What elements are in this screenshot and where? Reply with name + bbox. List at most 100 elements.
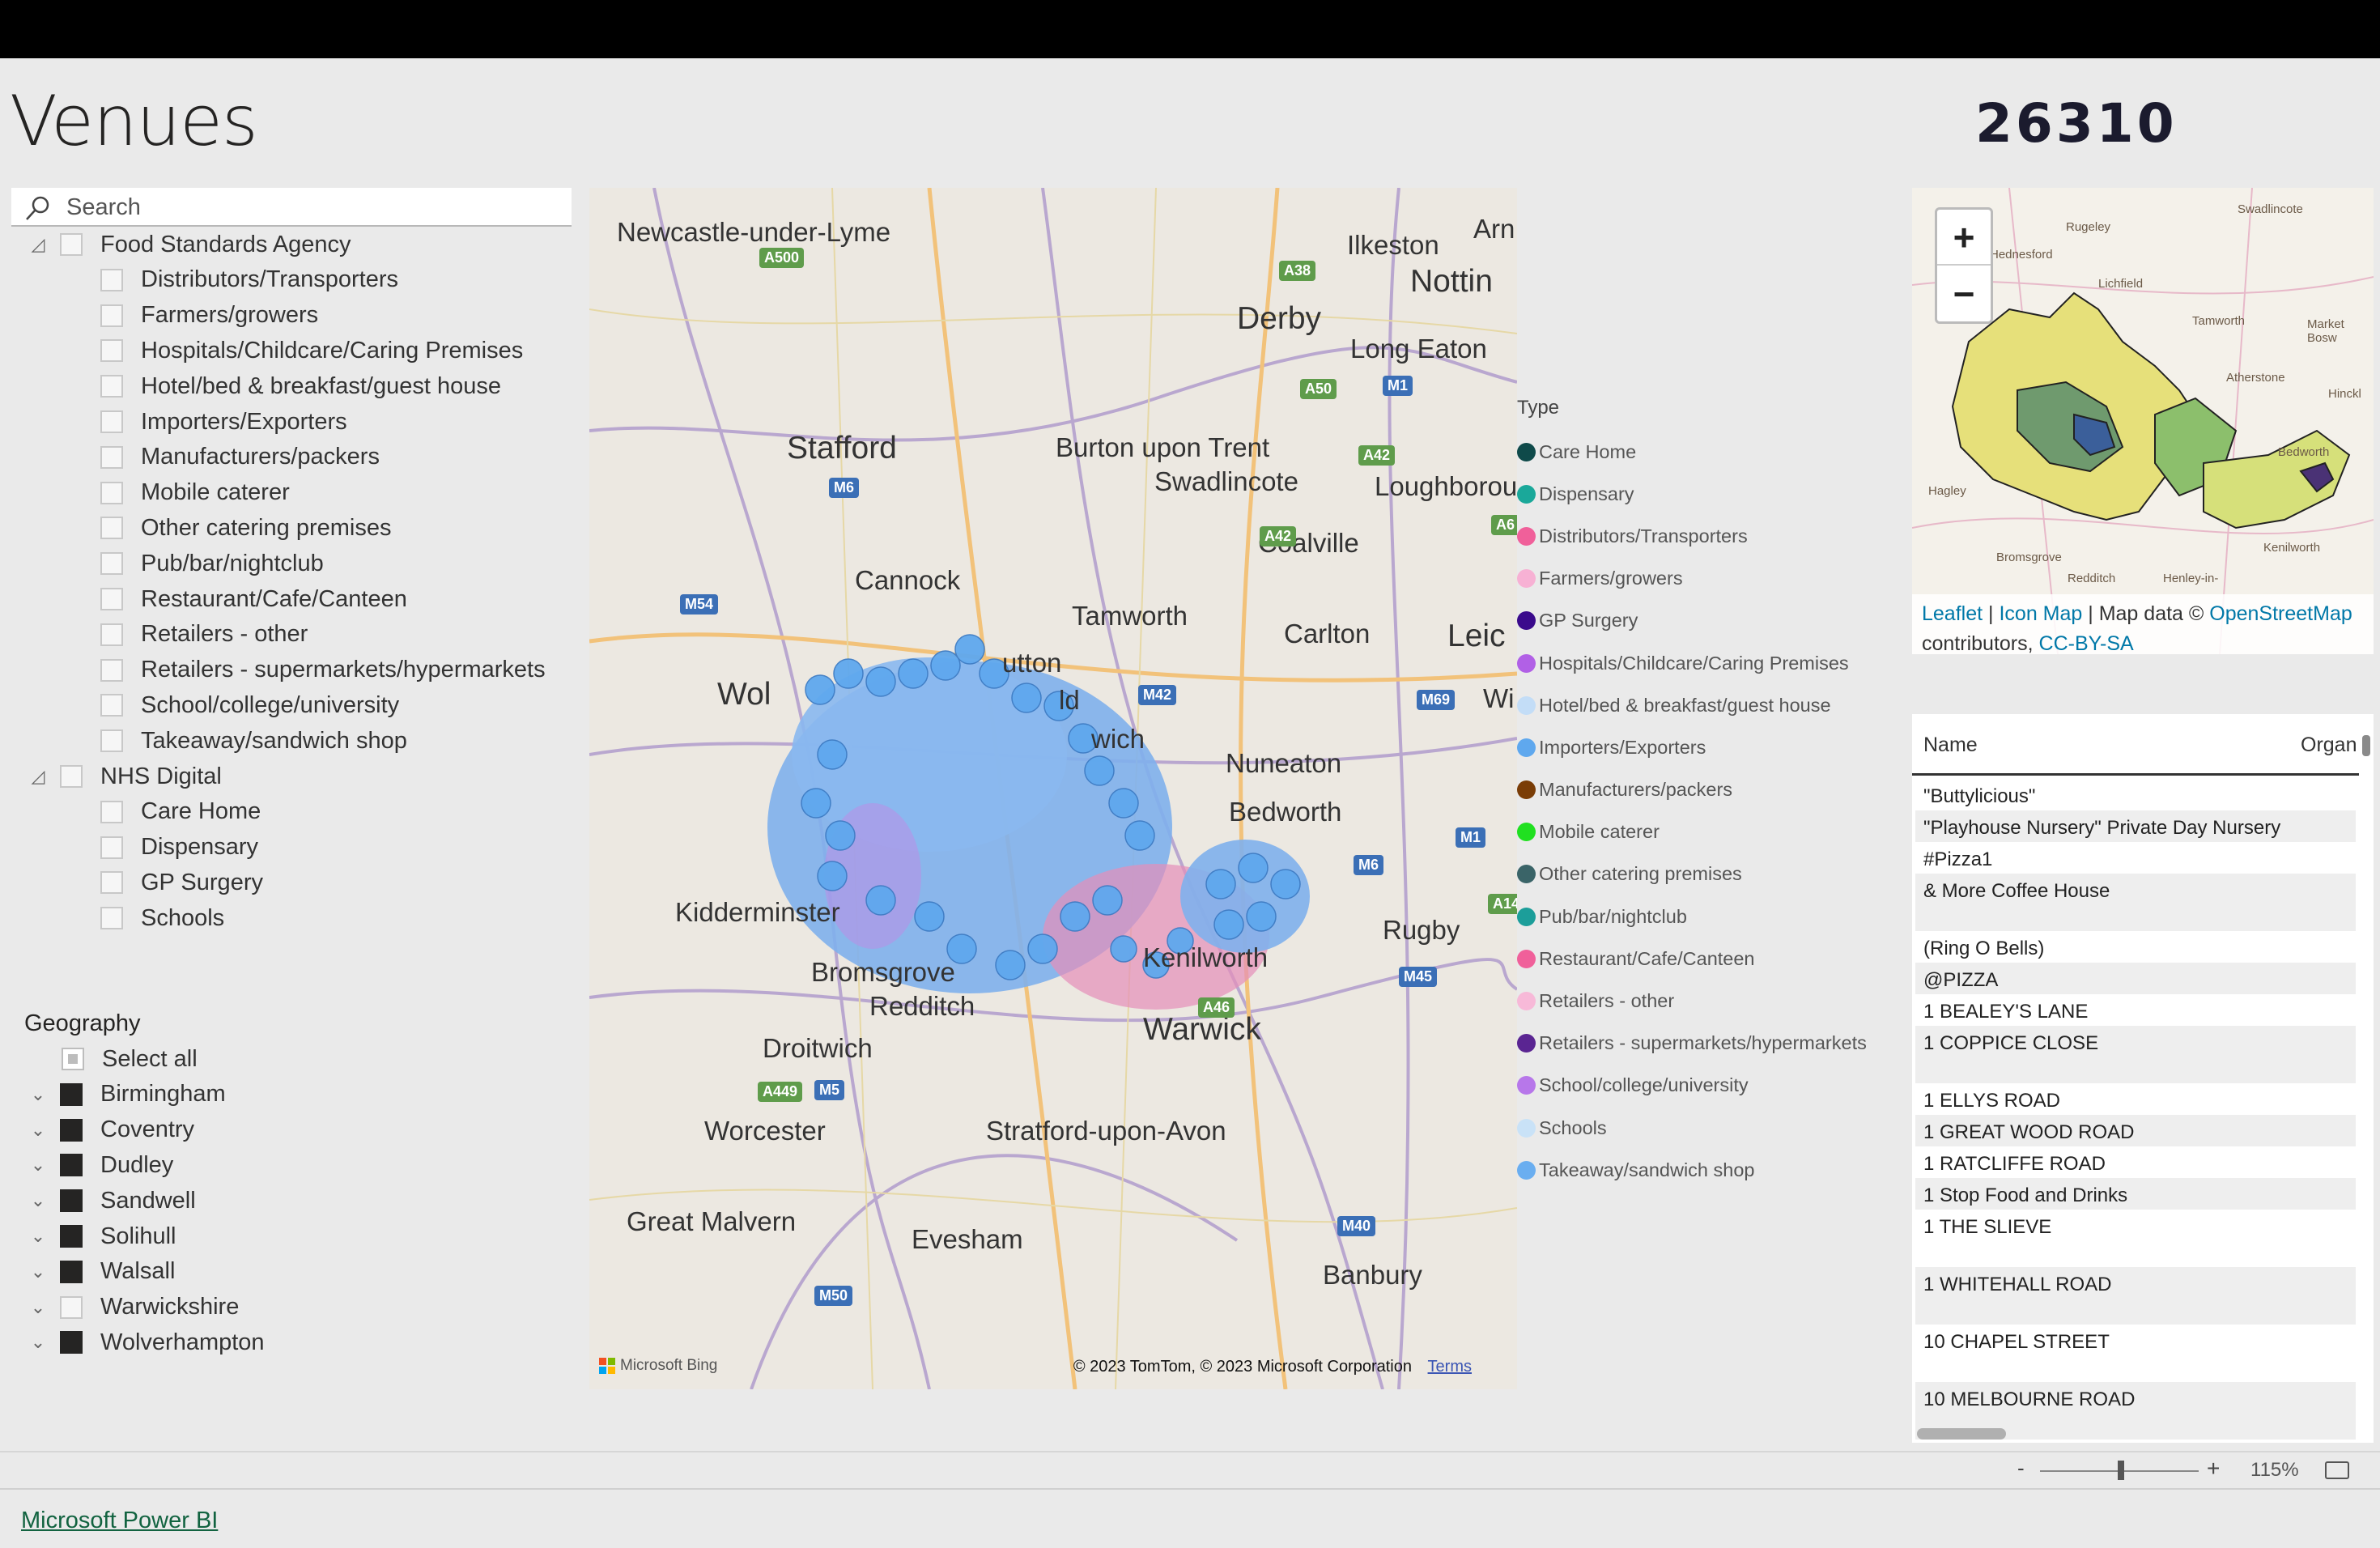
table-row[interactable]: 10 CHAPEL STREET (1915, 1325, 2356, 1382)
column-header-name[interactable]: Name (1923, 734, 1978, 757)
zoom-out-button[interactable]: − (1937, 266, 1991, 321)
checkbox[interactable] (100, 729, 123, 753)
checkbox[interactable] (60, 1260, 83, 1283)
table-row[interactable]: 1 BEALEY'S LANE (1915, 994, 2356, 1026)
geography-item[interactable]: ⌄ Birmingham (26, 1078, 226, 1111)
slicer-item[interactable]: Care Home (100, 796, 261, 828)
column-header-organisation[interactable]: Organ (2301, 734, 2357, 757)
slicer-item[interactable]: Takeaway/sandwich shop (100, 725, 407, 757)
legend-item[interactable]: School/college/university (1517, 1065, 1889, 1107)
table-row[interactable]: 1 WHITEHALL ROAD (1915, 1267, 2356, 1325)
chevron-down-icon[interactable]: ⌄ (26, 1260, 50, 1284)
icon-map-visual[interactable]: Swadlincote Rugeley Hednesford Lichfield Tam… (1912, 188, 2374, 654)
legend-item[interactable]: GP Surgery (1517, 600, 1889, 642)
checkbox[interactable] (100, 481, 123, 504)
chevron-down-icon[interactable]: ⌄ (26, 1224, 50, 1248)
chevron-down-icon[interactable]: ⌄ (26, 1295, 50, 1320)
zoom-out-control[interactable]: - (2017, 1456, 2025, 1481)
legend-item[interactable]: Retailers - other (1517, 980, 1889, 1022)
collapse-triangle-icon[interactable]: ◿ (26, 764, 50, 789)
table-row[interactable]: 1 ELLYS ROAD (1915, 1083, 2356, 1115)
map-terms-link[interactable]: Terms (1428, 1358, 1472, 1376)
zoom-in-button[interactable]: + (1937, 210, 1991, 266)
geography-item[interactable]: ⌄ Sandwell (26, 1184, 196, 1217)
openstreetmap-link[interactable]: OpenStreetMap (2209, 602, 2352, 625)
checkbox[interactable] (60, 1118, 83, 1142)
legend-item[interactable]: Farmers/growers (1517, 558, 1889, 600)
table-row[interactable]: "Playhouse Nursery" Private Day Nursery (1915, 810, 2356, 842)
table-row[interactable]: & More Coffee House (1915, 874, 2356, 931)
table-row[interactable]: @PIZZA (1915, 963, 2356, 994)
checkbox[interactable] (60, 1082, 83, 1106)
checkbox[interactable] (100, 588, 123, 610)
checkbox[interactable] (100, 517, 123, 540)
table-row[interactable]: (Ring O Bells) (1915, 931, 2356, 963)
checkbox[interactable] (100, 836, 123, 859)
leaflet-link[interactable]: Leaflet (1922, 602, 1983, 625)
checkbox[interactable] (100, 268, 123, 291)
slicer-item[interactable]: Mobile caterer (100, 477, 290, 509)
legend-item[interactable]: Pub/bar/nightclub (1517, 895, 1889, 938)
checkbox[interactable] (100, 694, 123, 717)
geography-item[interactable]: ⌄ Wolverhampton (26, 1326, 265, 1359)
slicer-item[interactable]: Other catering premises (100, 512, 391, 544)
fit-to-page-icon[interactable] (2325, 1461, 2349, 1479)
power-bi-link[interactable]: Microsoft Power BI (21, 1508, 218, 1534)
checkbox[interactable] (100, 339, 123, 363)
checkbox[interactable] (100, 410, 123, 433)
slicer-item[interactable]: School/college/university (100, 689, 399, 721)
table-row[interactable]: 1 THE SLIEVE (1915, 1210, 2356, 1267)
chevron-down-icon[interactable]: ⌄ (26, 1153, 50, 1177)
collapse-triangle-icon[interactable]: ◿ (26, 232, 50, 257)
checkbox[interactable] (60, 1295, 83, 1319)
legend-item[interactable]: Restaurant/Cafe/Canteen (1517, 938, 1889, 980)
legend-item[interactable]: Importers/Exporters (1517, 726, 1889, 768)
slicer-item[interactable]: Importers/Exporters (100, 406, 347, 438)
checkbox[interactable] (100, 800, 123, 823)
legend-item[interactable]: Takeaway/sandwich shop (1517, 1149, 1889, 1191)
zoom-slider-thumb[interactable] (2118, 1461, 2124, 1480)
slicer-item[interactable]: GP Surgery (100, 866, 263, 899)
chevron-down-icon[interactable]: ⌄ (26, 1189, 50, 1213)
select-all-checkbox[interactable] (62, 1048, 84, 1070)
select-all-item[interactable]: Select all (62, 1043, 198, 1075)
region-polygons[interactable] (1951, 291, 2351, 529)
legend-item[interactable]: Hotel/bed & breakfast/guest house (1517, 684, 1889, 726)
geography-item[interactable]: ⌄ Warwickshire (26, 1291, 240, 1324)
checkbox[interactable] (60, 233, 83, 256)
slicer-item[interactable]: Manufacturers/packers (100, 441, 380, 474)
slicer-item[interactable]: Pub/bar/nightclub (100, 547, 324, 580)
checkbox[interactable] (100, 658, 123, 682)
checkbox[interactable] (60, 1154, 83, 1177)
slicer-group[interactable]: ◿ NHS Digital (26, 760, 222, 793)
table-row[interactable]: "Buttylicious" (1915, 779, 2356, 810)
legend-item[interactable]: Hospitals/Childcare/Caring Premises (1517, 642, 1889, 684)
checkbox[interactable] (100, 375, 123, 398)
slicer-item[interactable]: Hotel/bed & breakfast/guest house (100, 370, 501, 402)
table-row[interactable]: 1 Stop Food and Drinks (1915, 1178, 2356, 1210)
checkbox[interactable] (100, 871, 123, 895)
slicer-item[interactable]: Schools (100, 902, 224, 934)
slicer-item[interactable]: Hospitals/Childcare/Caring Premises (100, 334, 523, 367)
zoom-in-control[interactable]: + (2207, 1456, 2220, 1482)
slicer-item[interactable]: Retailers - other (100, 619, 308, 651)
table-row[interactable]: #Pizza1 (1915, 842, 2356, 874)
checkbox[interactable] (100, 304, 123, 327)
slicer-group[interactable]: ◿ Food Standards Agency (26, 228, 351, 261)
cc-by-sa-link[interactable]: CC-BY-SA (2039, 632, 2134, 654)
slicer-item[interactable]: Dispensary (100, 831, 258, 864)
chevron-down-icon[interactable]: ⌄ (26, 1082, 50, 1107)
slicer-search-input[interactable]: Search (11, 188, 572, 227)
slicer-item[interactable]: Distributors/Transporters (100, 264, 398, 296)
chevron-down-icon[interactable]: ⌄ (26, 1330, 50, 1354)
checkbox[interactable] (60, 1225, 83, 1248)
legend-item[interactable]: Care Home (1517, 431, 1889, 473)
checkbox[interactable] (60, 765, 83, 788)
slicer-item[interactable]: Restaurant/Cafe/Canteen (100, 583, 407, 615)
geography-item[interactable]: ⌄ Dudley (26, 1149, 174, 1181)
checkbox[interactable] (100, 907, 123, 930)
checkbox[interactable] (60, 1331, 83, 1354)
checkbox[interactable] (100, 552, 123, 576)
legend-item[interactable]: Retailers - supermarkets/hypermarkets (1517, 1023, 1889, 1065)
checkbox[interactable] (60, 1189, 83, 1213)
